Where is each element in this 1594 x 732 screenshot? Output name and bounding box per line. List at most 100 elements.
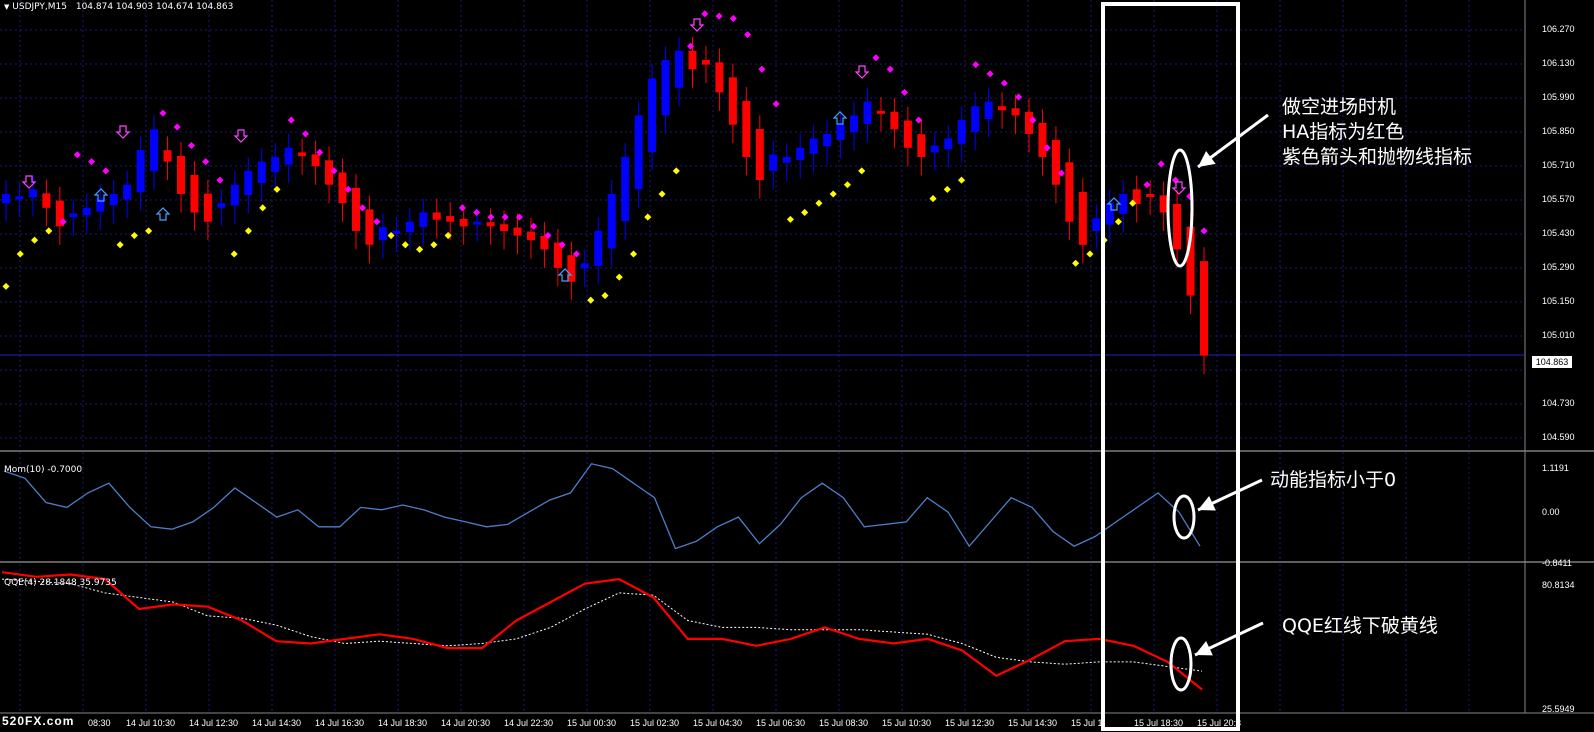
time-tick: 15 Jul 14:30 xyxy=(1008,718,1058,728)
qqe-tick: 80.8134 xyxy=(1542,580,1575,590)
price-tick: 105.430 xyxy=(1542,228,1575,238)
price-tick: 104.730 xyxy=(1542,398,1575,408)
time-tick: 15 Jul 12:30 xyxy=(945,718,995,728)
time-tick: 15 Jul 08:30 xyxy=(819,718,869,728)
ha-candle xyxy=(742,101,751,158)
ha-candle xyxy=(190,174,199,213)
ha-candle xyxy=(513,227,522,236)
ha-candle xyxy=(863,101,872,124)
time-tick: 15 Jul 20:3 xyxy=(1197,718,1242,728)
watermark: 520FX.com xyxy=(2,714,75,728)
ha-candle xyxy=(473,221,482,225)
ha-candle xyxy=(1173,203,1182,250)
time-tick: 15 Jul 18:30 xyxy=(1134,718,1184,728)
ha-candle xyxy=(203,193,212,222)
ha-candle xyxy=(782,157,791,163)
ha-candle xyxy=(876,110,885,114)
time-tick: 14 Jul 16:30 xyxy=(315,718,365,728)
ha-candle xyxy=(82,207,91,216)
time-tick: 15 Jul 10:30 xyxy=(882,718,932,728)
ha-candle xyxy=(728,77,737,125)
annotation-line: 紫色箭头和抛物线指标 xyxy=(1282,146,1473,168)
ha-candle xyxy=(701,60,710,65)
time-tick: 14 Jul 12:30 xyxy=(189,718,239,728)
ha-candle xyxy=(2,193,10,204)
time-tick: 14 Jul 22:30 xyxy=(504,718,554,728)
time-tick: 15 Jul 00:30 xyxy=(567,718,617,728)
ha-candle xyxy=(28,189,37,198)
mom-indicator-label: Mom(10) -0.7000 xyxy=(4,465,83,475)
mom-tick: 1.1191 xyxy=(1542,463,1569,473)
price-tick: 106.270 xyxy=(1542,24,1575,34)
mom-tick: -0.8411 xyxy=(1542,558,1572,568)
ha-candle xyxy=(1105,203,1114,225)
ha-candle xyxy=(661,60,670,116)
ha-candle xyxy=(217,203,226,208)
ha-candle xyxy=(123,184,132,200)
ha-candle xyxy=(351,187,360,231)
time-tick: 15 Jul 1 xyxy=(1071,718,1103,728)
ha-candle xyxy=(998,106,1007,111)
ha-candle xyxy=(486,222,495,227)
momentum-annotation: 动能指标小于0 xyxy=(1270,469,1397,491)
annotation-line: 做空进场时机 xyxy=(1282,96,1397,118)
time-tick: 14 Jul 18:30 xyxy=(378,718,428,728)
time-tick: 14 Jul 14:30 xyxy=(252,718,302,728)
ha-candle xyxy=(298,152,307,157)
chart-header: ▼ USDJPY,M15 104.874 104.903 104.674 104… xyxy=(4,2,233,12)
ha-candle xyxy=(944,138,953,150)
ha-candle xyxy=(823,133,832,147)
qqe-axis: 80.8134 25.5949 xyxy=(1536,573,1594,714)
price-tick: 105.290 xyxy=(1542,262,1575,272)
ha-candle xyxy=(917,134,926,158)
ha-candle xyxy=(1092,218,1101,231)
ha-candle xyxy=(930,145,939,153)
ha-candle xyxy=(850,115,859,133)
price-axis[interactable]: 106.270 106.130 105.990 105.850 105.710 … xyxy=(1536,0,1594,460)
price-tick: 105.990 xyxy=(1542,92,1575,102)
ha-candle xyxy=(42,193,51,208)
time-tick: 15 Jul 02:30 xyxy=(630,718,680,728)
mom-axis: 1.1191 0.00 -0.8411 xyxy=(1536,460,1594,572)
price-tick: 105.150 xyxy=(1542,296,1575,306)
ha-candle xyxy=(176,155,185,194)
price-tick: 104.590 xyxy=(1542,432,1575,442)
ha-candle xyxy=(244,170,253,196)
mt4-chart-window[interactable]: ▼ USDJPY,M15 104.874 104.903 104.674 104… xyxy=(0,0,1594,732)
ha-candle xyxy=(809,138,818,154)
ha-candle xyxy=(1078,192,1087,245)
ha-candle xyxy=(607,193,616,249)
ha-candle xyxy=(392,230,401,234)
dropdown-triangle-icon[interactable]: ▼ xyxy=(4,3,9,11)
ha-candle xyxy=(984,101,993,120)
ha-candle xyxy=(338,172,347,204)
time-tick: 08:30 xyxy=(88,718,111,728)
ha-candle xyxy=(446,216,455,222)
ha-candle xyxy=(163,150,172,162)
current-price-box: 104.863 xyxy=(1532,356,1572,368)
ha-candle xyxy=(648,78,657,153)
ha-candle xyxy=(688,50,697,70)
ha-candle xyxy=(15,196,24,200)
ha-candle xyxy=(459,218,468,227)
time-tick: 15 Jul 04:30 xyxy=(693,718,743,728)
ha-candle xyxy=(69,213,78,218)
ha-candle xyxy=(1025,111,1034,134)
ha-candle xyxy=(1051,139,1060,185)
ha-candle xyxy=(325,160,334,185)
mom-tick: 0.00 xyxy=(1542,507,1560,517)
ohlc-values: 104.874 104.903 104.674 104.863 xyxy=(75,2,234,12)
ha-candle xyxy=(769,154,778,171)
ha-candle xyxy=(500,224,509,231)
ha-candle xyxy=(378,227,387,241)
ha-candle xyxy=(419,212,428,227)
ha-candle xyxy=(1200,261,1208,356)
ha-candle xyxy=(271,157,280,173)
ha-candle xyxy=(634,115,643,190)
qqe-tick: 25.5949 xyxy=(1542,704,1575,714)
price-tick: 106.130 xyxy=(1542,58,1575,68)
ha-candle xyxy=(836,124,845,141)
qqe-annotation: QQE红线下破黄线 xyxy=(1282,615,1438,637)
ha-candle xyxy=(1038,122,1047,158)
ha-candle xyxy=(580,263,589,269)
